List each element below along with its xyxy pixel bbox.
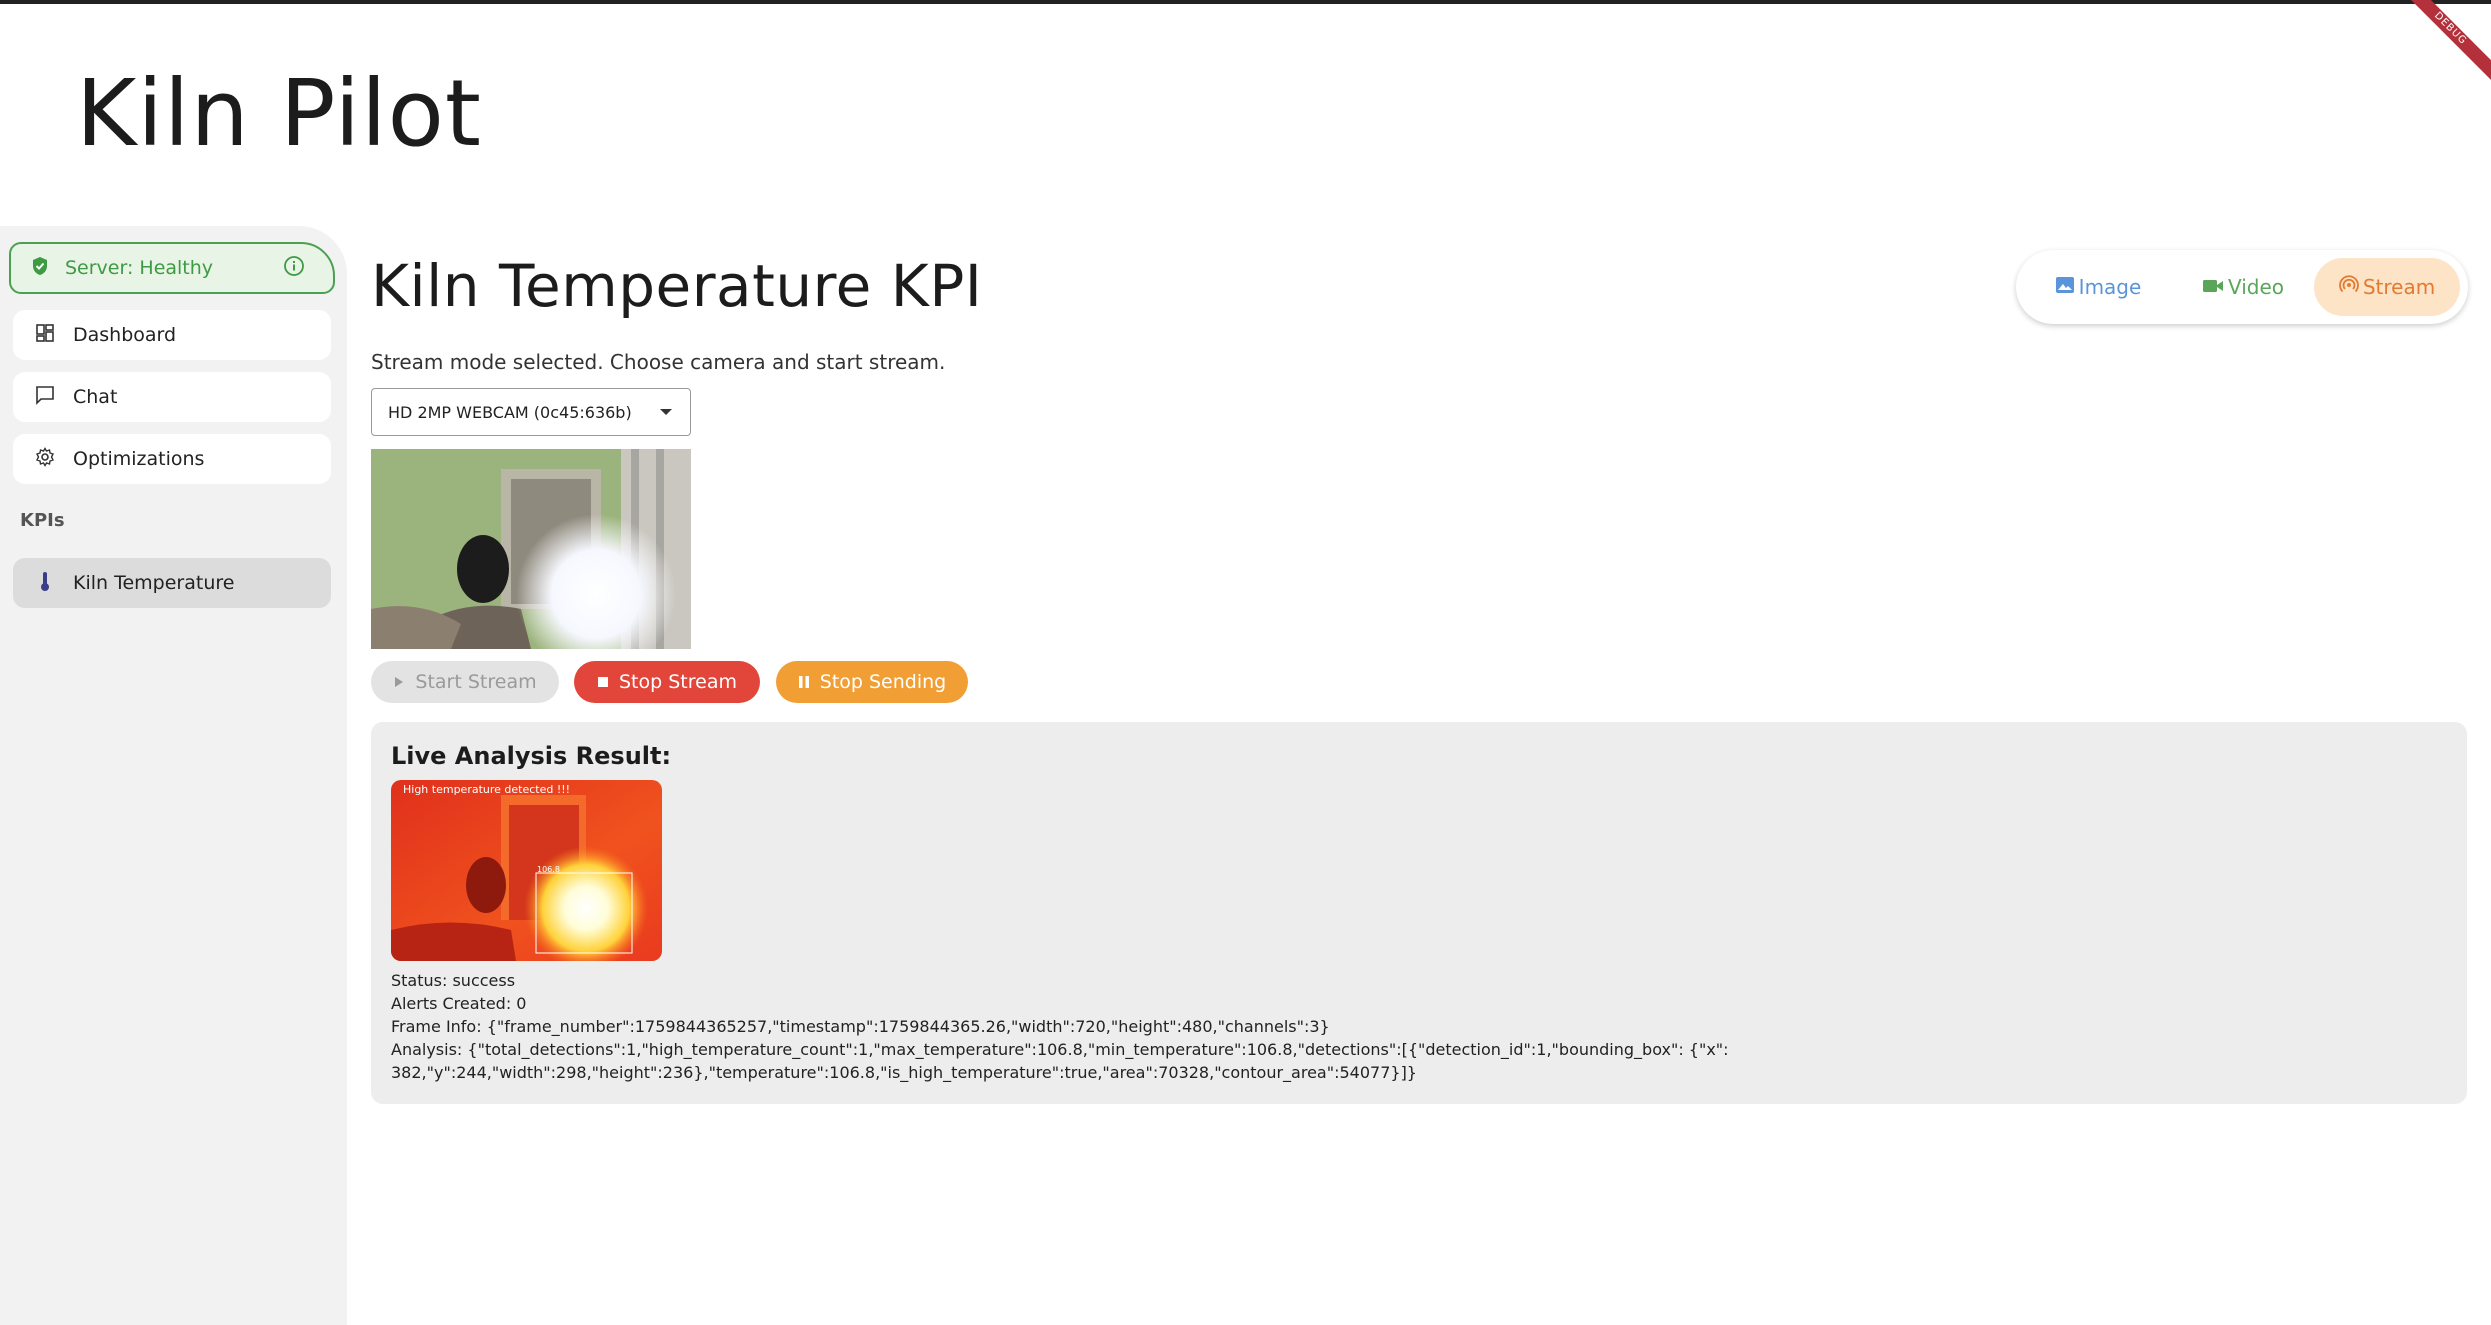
mode-stream-button[interactable]: Stream: [2314, 258, 2460, 316]
stream-icon: [2338, 274, 2363, 300]
result-title: Live Analysis Result:: [391, 742, 672, 770]
info-icon[interactable]: [283, 255, 305, 281]
sidebar-item-label: Kiln Temperature: [73, 572, 235, 594]
camera-select[interactable]: HD 2MP WEBCAM (0c45:636b): [371, 388, 691, 436]
stop-stream-button[interactable]: Stop Stream: [574, 661, 760, 703]
camera-select-value: HD 2MP WEBCAM (0c45:636b): [388, 402, 632, 422]
sidebar-item-optimizations[interactable]: Optimizations: [13, 434, 331, 484]
dashboard-icon: [35, 323, 55, 347]
image-icon: [2055, 275, 2079, 300]
temperature-box-label: 106.8: [537, 865, 560, 874]
videocam-icon: [2202, 275, 2228, 299]
thermometer-icon: [35, 570, 55, 596]
sidebar-item-label: Dashboard: [73, 324, 177, 346]
mode-message: Stream mode selected. Choose camera and …: [371, 350, 946, 374]
stop-sending-button[interactable]: Stop Sending: [776, 661, 968, 703]
kpis-section-header: KPIs: [20, 510, 65, 531]
sidebar-item-label: Chat: [73, 386, 118, 408]
result-analysis: Analysis: {"total_detections":1,"high_te…: [391, 1040, 1729, 1082]
stop-sending-label: Stop Sending: [819, 671, 947, 693]
pause-icon: [798, 675, 810, 689]
start-stream-label: Start Stream: [415, 671, 537, 693]
sidebar-item-label: Optimizations: [73, 448, 205, 470]
gear-icon: [35, 447, 55, 471]
mode-label: Stream: [2362, 275, 2436, 299]
camera-preview: [371, 449, 691, 649]
start-stream-button[interactable]: Start Stream: [371, 661, 559, 703]
debug-banner: DEBUG: [2392, 0, 2491, 87]
dropdown-arrow-icon: [660, 409, 672, 415]
mode-label: Video: [2227, 275, 2285, 299]
sidebar-item-kiln-temperature[interactable]: Kiln Temperature: [13, 558, 331, 608]
mode-image-button[interactable]: Image: [2024, 258, 2172, 316]
chat-icon: [35, 385, 55, 409]
shield-check-icon: [31, 256, 49, 280]
live-analysis-panel: Live Analysis Result: 106.8 High tempera…: [371, 722, 2467, 1104]
mode-segmented-control: Image Video Stream: [2016, 250, 2468, 324]
result-status: Status: success: [391, 971, 516, 990]
result-alerts: Alerts Created: 0: [391, 994, 527, 1013]
analysis-result-image: 106.8 High temperature detected !!!: [391, 780, 662, 961]
play-icon: [393, 676, 405, 688]
mode-label: Image: [2078, 275, 2142, 299]
page-title: Kiln Temperature KPI: [371, 252, 983, 320]
stop-icon: [597, 676, 609, 688]
sidebar: Server: Healthy Dashboard Chat Optimizat…: [0, 226, 347, 1325]
sidebar-item-chat[interactable]: Chat: [13, 372, 331, 422]
server-status-label: Server: Healthy: [65, 257, 214, 279]
sidebar-item-dashboard[interactable]: Dashboard: [13, 310, 331, 360]
server-status-badge[interactable]: Server: Healthy: [9, 242, 335, 294]
stop-stream-label: Stop Stream: [619, 671, 737, 693]
app-title: Kiln Pilot: [76, 60, 482, 167]
top-border: [0, 0, 2491, 4]
high-temp-overlay-text: High temperature detected !!!: [403, 783, 570, 796]
mode-video-button[interactable]: Video: [2172, 258, 2314, 316]
result-frame-info: Frame Info: {"frame_number":175984436525…: [391, 1017, 1330, 1036]
